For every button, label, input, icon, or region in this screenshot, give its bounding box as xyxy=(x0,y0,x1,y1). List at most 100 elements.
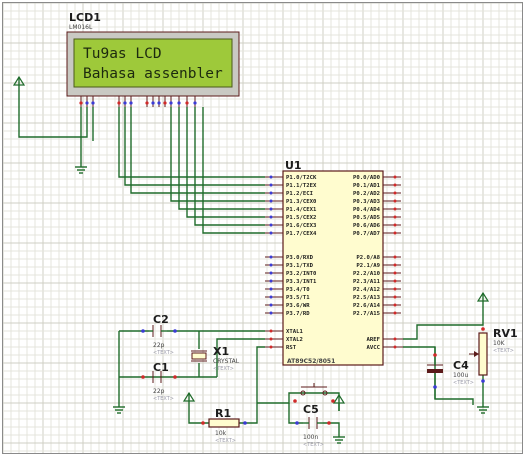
c5-text: <TEXT> xyxy=(303,442,324,448)
c2-text: <TEXT> xyxy=(153,350,174,356)
mcu-pin-right: P2.3/A11 xyxy=(353,279,401,285)
mcu-model: AT89C52/8051 xyxy=(287,358,335,365)
wire-d7b xyxy=(202,107,265,234)
mcu-pin-label: P2.3/A11 xyxy=(353,279,381,285)
schematic-board: LCD1 LM016L Tu9as LCD Bahasa assenbler U… xyxy=(2,2,523,454)
mcu-pin-right: P2.1/A9 xyxy=(356,263,401,269)
mcu-pin-label: P1.7/CEX4 xyxy=(286,231,317,237)
power-arrow-icon xyxy=(476,291,490,303)
mcu-pin-left: P3.1/TXD xyxy=(265,263,314,269)
lcd-model: LM016L xyxy=(69,24,93,31)
mcu-pin-label: P1.3/CEX0 xyxy=(286,199,317,205)
lcd-ref: LCD1 xyxy=(69,11,101,24)
lcd-pin xyxy=(117,96,121,107)
canvas-frame: LCD1 LM016L Tu9as LCD Bahasa assenbler U… xyxy=(0,0,527,459)
lcd-component[interactable]: LCD1 LM016L Tu9as LCD Bahasa assenbler xyxy=(66,11,240,107)
mcu-pin-label: P2.5/A13 xyxy=(353,295,380,301)
x1-ref: X1 xyxy=(213,345,229,358)
mcu-pin-right: P0.2/AD2 xyxy=(353,191,401,197)
c5-value: 100n xyxy=(303,434,318,441)
mcu-pin-left: P3.5/T1 xyxy=(265,295,310,301)
mcu-pin-label: P2.6/A14 xyxy=(353,303,381,309)
mcu-pin-aref: AREF xyxy=(367,337,403,343)
lcd-line-2: Bahasa assenbler xyxy=(83,66,223,82)
mcu-pin-xtal: RST xyxy=(265,345,297,351)
lcd-pin xyxy=(85,96,89,107)
mcu-pin-label: P1.2/ECI xyxy=(286,191,313,197)
mcu-pin-label: P3.6/WR xyxy=(286,303,310,309)
mcu-pin-right: P2.5/A13 xyxy=(353,295,401,301)
mcu-pin-left: P1.3/CEX0 xyxy=(265,199,317,205)
x1-value: CRYSTAL xyxy=(213,358,240,365)
wire-switch xyxy=(257,392,340,411)
mcu-pin-right: P0.6/AD6 xyxy=(353,223,401,229)
lcd-pin xyxy=(145,96,149,107)
rv1-ref: RV1 xyxy=(493,327,518,340)
ground-icon xyxy=(75,155,87,174)
capacitor-c5[interactable]: C5 100n <TEXT> xyxy=(295,403,331,448)
schematic-svg: LCD1 LM016L Tu9as LCD Bahasa assenbler U… xyxy=(3,3,522,453)
mcu-pin-label: P2.4/A12 xyxy=(353,287,380,293)
lcd-line-1: Tu9as LCD xyxy=(83,46,162,62)
mcu-pin-label: P2.1/A9 xyxy=(356,263,380,269)
mcu-pin-right: P0.1/AD1 xyxy=(353,183,401,189)
mcu-pin-label: RST xyxy=(286,345,297,351)
wire-r1-left xyxy=(188,403,209,424)
c5-ref: C5 xyxy=(303,403,319,416)
mcu-pin-label: XTAL2 xyxy=(286,337,303,343)
c2-ref: C2 xyxy=(153,313,169,326)
lcd-pin xyxy=(91,96,95,107)
lcd-pin xyxy=(169,96,173,107)
mcu-pin-label: P3.0/RXD xyxy=(286,255,314,261)
mcu-pin-label: P1.0/T2CK xyxy=(286,175,317,181)
lcd-pin xyxy=(79,96,83,107)
wire-d7 xyxy=(194,107,265,226)
c4-text: <TEXT> xyxy=(453,380,474,386)
mcu-pin-right: P0.7/AD7 xyxy=(353,231,401,237)
mcu-pin-label: P3.1/TXD xyxy=(286,263,314,269)
mcu-pin-label: P1.4/CEX1 xyxy=(286,207,317,213)
mcu-ref: U1 xyxy=(285,159,302,172)
mcu-pin-right: P0.5/AD5 xyxy=(353,215,401,221)
lcd-pin xyxy=(193,96,197,107)
mcu-pin-left: P1.2/ECI xyxy=(265,191,313,197)
mcu-pin-left: P3.6/WR xyxy=(265,303,310,309)
mcu-pin-label: P1.1/T2EX xyxy=(286,183,317,189)
mcu-pin-right: P0.3/AD3 xyxy=(353,199,401,205)
mcu-pin-left: P1.6/CEX3 xyxy=(265,223,316,229)
mcu-pin-right: P0.0/AD0 xyxy=(353,175,401,181)
mcu-pin-left: P3.7/RD xyxy=(265,311,310,317)
mcu-pin-label: P1.6/CEX3 xyxy=(286,223,316,229)
mcu-pin-label: P0.0/AD0 xyxy=(353,175,381,181)
mcu-pin-right: P2.4/A12 xyxy=(353,287,401,293)
mcu-pin-label: P0.7/AD7 xyxy=(353,231,380,237)
mcu-pin-label: P0.6/AD6 xyxy=(353,223,381,229)
lcd-pin xyxy=(177,96,181,107)
mcu-pin-left: P1.0/T2CK xyxy=(265,175,317,181)
mcu-pin-label: P3.2/INT0 xyxy=(286,271,317,277)
mcu-pin-left: P1.1/T2EX xyxy=(265,183,317,189)
mcu-component[interactable]: U1 AT89C52/8051 P1.0/T2CK P1.1/T2EX P1.2/E… xyxy=(265,159,403,366)
c2-value: 22p xyxy=(153,342,165,349)
resistor-r1[interactable]: R1 10k <TEXT> xyxy=(201,407,247,444)
wire-e xyxy=(130,107,265,194)
mcu-pin-left: P1.4/CEX1 xyxy=(265,207,317,213)
mcu-pin-label: AVCC xyxy=(367,345,380,351)
mcu-pin-label: P2.0/A8 xyxy=(356,255,380,261)
x1-text: <TEXT> xyxy=(213,366,234,372)
mcu-pin-label: P3.3/INT1 xyxy=(286,279,317,285)
mcu-pin-label: P0.2/AD2 xyxy=(353,191,380,197)
mcu-pin-label: P1.5/CEX2 xyxy=(286,215,316,221)
mcu-pin-label: P0.3/AD3 xyxy=(353,199,380,205)
mcu-pin-label: XTAL1 xyxy=(286,329,303,335)
r1-text: <TEXT> xyxy=(215,438,236,444)
mcu-pin-right: P2.7/A15 xyxy=(353,311,401,317)
mcu-pin-right: P2.0/A8 xyxy=(356,255,401,261)
mcu-pin-right: P0.4/AD4 xyxy=(353,207,401,213)
mcu-pin-left: P3.0/RXD xyxy=(265,255,314,261)
c1-text: <TEXT> xyxy=(153,396,174,402)
mcu-pin-label: P3.7/RD xyxy=(286,311,310,317)
mcu-pin-label: P0.4/AD4 xyxy=(353,207,381,213)
power-arrow-icon xyxy=(12,75,26,86)
mcu-pin-label: P3.4/T0 xyxy=(286,287,310,293)
